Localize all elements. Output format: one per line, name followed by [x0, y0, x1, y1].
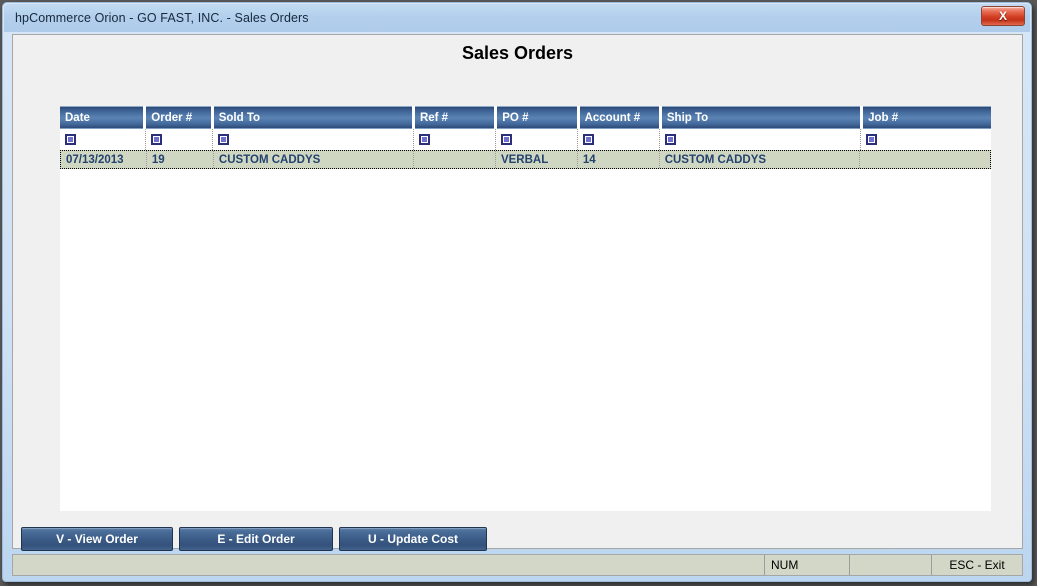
column-header-job[interactable]: Job # — [863, 106, 991, 129]
table-cell[interactable] — [860, 151, 990, 168]
filter-icon[interactable] — [582, 134, 594, 145]
column-header-account[interactable]: Account # — [579, 106, 659, 129]
close-button[interactable]: X — [981, 6, 1025, 26]
filter-icon[interactable] — [865, 134, 877, 145]
status-panel-blank — [850, 555, 932, 575]
filter-icon[interactable] — [151, 134, 162, 145]
filter-cell-6[interactable] — [660, 129, 861, 150]
table-cell[interactable]: 19 — [147, 151, 214, 168]
filter-cell-3[interactable] — [414, 129, 496, 150]
filter-cell-4[interactable] — [496, 129, 578, 150]
filter-icon[interactable] — [664, 134, 676, 145]
column-header-order[interactable]: Order # — [146, 106, 211, 129]
grid-body[interactable]: 07/13/2013 19 CUSTOM CADDYS VERBAL 14 CUSTOM … — [60, 150, 991, 169]
column-header-date[interactable]: Date — [60, 106, 144, 129]
table-cell[interactable]: VERBAL — [496, 151, 578, 168]
update-cost-button[interactable]: U - Update Cost — [339, 527, 487, 551]
filter-cell-0[interactable] — [60, 129, 146, 150]
filter-icon[interactable] — [218, 134, 230, 145]
view-order-button-label: V - View Order — [56, 532, 138, 546]
table-row[interactable]: 07/13/2013 19 CUSTOM CADDYS VERBAL 14 CUSTOM … — [60, 150, 991, 169]
filter-icon[interactable] — [500, 134, 512, 145]
edit-order-button-label: E - Edit Order — [217, 532, 295, 546]
button-bar: V - View Order E - Edit Order U - Update… — [12, 527, 1023, 552]
filter-cell-5[interactable] — [578, 129, 660, 150]
update-cost-button-label: U - Update Cost — [368, 532, 458, 546]
filter-cell-2[interactable] — [213, 129, 414, 150]
status-panel-main — [13, 555, 765, 575]
column-header-ref[interactable]: Ref # — [414, 106, 495, 129]
table-cell[interactable]: CUSTOM CADDYS — [660, 151, 860, 168]
sales-orders-grid[interactable]: Date Order # Sold To Ref # PO # Account # Ship… — [60, 106, 991, 511]
status-bar: NUM ESC - Exit — [12, 554, 1023, 576]
filter-cell-7[interactable] — [861, 129, 991, 150]
title-bar: hpCommerce Orion - GO FAST, INC. - Sales… — [4, 4, 1030, 32]
grid-header-row: Date Order # Sold To Ref # PO # Account # Ship… — [60, 106, 991, 129]
window-title: hpCommerce Orion - GO FAST, INC. - Sales… — [15, 11, 309, 25]
close-icon: X — [998, 9, 1007, 23]
application-window: hpCommerce Orion - GO FAST, INC. - Sales… — [2, 2, 1032, 582]
table-cell[interactable] — [414, 151, 496, 168]
filter-icon[interactable] — [65, 134, 76, 145]
column-header-ship-to[interactable]: Ship To — [661, 106, 861, 129]
table-cell[interactable]: 14 — [578, 151, 660, 168]
grid-filter-row[interactable] — [60, 129, 991, 150]
filter-cell-1[interactable] — [146, 129, 214, 150]
client-area: Sales Orders Date Order # Sold To Ref # PO #… — [12, 34, 1023, 549]
filter-icon[interactable] — [418, 134, 430, 145]
table-cell[interactable]: 07/13/2013 — [61, 151, 147, 168]
page-title: Sales Orders — [461, 43, 574, 63]
column-header-sold-to[interactable]: Sold To — [213, 106, 412, 129]
table-cell[interactable]: CUSTOM CADDYS — [214, 151, 415, 168]
status-panel-num: NUM — [765, 555, 850, 575]
column-header-po[interactable]: PO # — [497, 106, 577, 129]
view-order-button[interactable]: V - View Order — [21, 527, 173, 551]
edit-order-button[interactable]: E - Edit Order — [179, 527, 333, 551]
status-panel-esc: ESC - Exit — [949, 558, 1005, 572]
